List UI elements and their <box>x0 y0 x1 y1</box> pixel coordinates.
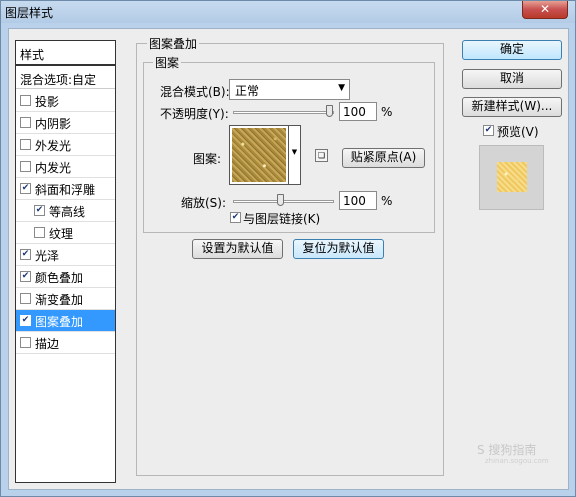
style-checkbox[interactable]: ✔ <box>20 271 31 282</box>
blend-mode-label: 混合模式(B): <box>160 85 230 99</box>
caret-down-icon: ▼ <box>291 148 298 156</box>
pattern-picker[interactable] <box>229 125 289 185</box>
snap-to-origin-button[interactable]: 贴紧原点(A) <box>342 148 425 168</box>
style-checkbox[interactable] <box>20 117 31 128</box>
scale-input[interactable]: 100 <box>339 191 377 210</box>
window-title: 图层样式 <box>5 6 54 20</box>
style-checkbox[interactable] <box>20 95 31 106</box>
style-item[interactable]: 内发光 <box>16 156 115 178</box>
reset-default-button[interactable]: 复位为默认值 <box>293 239 384 259</box>
style-item[interactable]: ✔ 光泽 <box>16 244 115 266</box>
style-item-label: 图案叠加 <box>35 315 84 329</box>
pattern-overlay-title: 图案叠加 <box>147 35 200 52</box>
style-item-label: 渐变叠加 <box>35 293 84 307</box>
opacity-unit: % <box>381 105 393 119</box>
opacity-slider-thumb[interactable] <box>326 105 333 117</box>
pattern-thumbnail <box>232 128 286 182</box>
style-item-label: 斜面和浮雕 <box>35 183 96 197</box>
opacity-slider[interactable] <box>233 111 334 114</box>
style-item-label: 外发光 <box>35 139 72 153</box>
dialog-content: 样式 混合选项:自定 投影内阴影外发光内发光 ✔ 斜面和浮雕 ✔ 等高线纹理 ✔ 光泽 ✔ 颜色… <box>8 28 569 490</box>
style-item[interactable]: 纹理 <box>16 222 115 244</box>
scale-unit: % <box>381 194 393 208</box>
pattern-subgroup-title: 图案 <box>153 54 182 71</box>
style-preview <box>479 145 544 210</box>
style-checkbox[interactable]: ✔ <box>20 249 31 260</box>
style-item-label: 内阴影 <box>35 117 72 131</box>
style-item-label: 描边 <box>35 337 60 351</box>
style-checkbox[interactable]: ✔ <box>20 183 31 194</box>
opacity-input[interactable]: 100 <box>339 102 377 121</box>
style-checkbox[interactable] <box>20 139 31 150</box>
style-item[interactable]: ✔ 等高线 <box>16 200 115 222</box>
style-checkbox[interactable] <box>34 227 45 238</box>
styles-header[interactable]: 样式 <box>16 41 115 66</box>
blend-options-item[interactable]: 混合选项:自定 <box>16 67 115 89</box>
styles-list: 样式 混合选项:自定 投影内阴影外发光内发光 ✔ 斜面和浮雕 ✔ 等高线纹理 ✔ 光泽 ✔ 颜色… <box>15 40 116 483</box>
style-item-label: 等高线 <box>49 205 86 219</box>
pattern-dropdown-arrow[interactable]: ▼ <box>289 125 301 185</box>
preview-checkbox[interactable]: ✔ <box>483 125 494 136</box>
style-checkbox[interactable] <box>20 293 31 304</box>
style-item-label: 颜色叠加 <box>35 271 84 285</box>
style-item-label: 光泽 <box>35 249 60 263</box>
style-item[interactable]: ✔ 斜面和浮雕 <box>16 178 115 200</box>
style-checkbox[interactable] <box>20 337 31 348</box>
cancel-button[interactable]: 取消 <box>462 69 562 89</box>
style-item[interactable]: ✔ 图案叠加 <box>16 310 115 332</box>
scale-label: 缩放(S): <box>181 196 227 210</box>
blend-mode-select[interactable]: 正常 ▼ <box>229 79 350 100</box>
new-style-button[interactable]: 新建样式(W)... <box>462 97 562 117</box>
link-with-layer-checkbox[interactable]: ✔ <box>230 212 241 223</box>
title-bar[interactable]: 图层样式 ✕ <box>1 1 575 23</box>
layer-style-dialog: 图层样式 ✕ 样式 混合选项:自定 投影内阴影外发光内发光 ✔ 斜面和浮雕 ✔ 等高线纹… <box>0 0 576 497</box>
style-item[interactable]: 渐变叠加 <box>16 288 115 310</box>
scale-slider-thumb[interactable] <box>277 194 284 206</box>
new-preset-icon[interactable]: ❏ <box>315 149 328 162</box>
style-item-label: 投影 <box>35 95 60 109</box>
style-item[interactable]: 外发光 <box>16 134 115 156</box>
style-checkbox[interactable]: ✔ <box>34 205 45 216</box>
blend-mode-value: 正常 <box>235 84 260 98</box>
style-item[interactable]: 投影 <box>16 90 115 112</box>
style-item[interactable]: 内阴影 <box>16 112 115 134</box>
watermark-url: zhinan.sogou.com <box>485 457 549 465</box>
style-item[interactable]: 描边 <box>16 332 115 354</box>
style-item-label: 内发光 <box>35 161 72 175</box>
close-button[interactable]: ✕ <box>522 1 568 19</box>
chevron-down-icon: ▼ <box>338 83 345 93</box>
opacity-label: 不透明度(Y): <box>160 107 229 121</box>
style-item-label: 纹理 <box>49 227 74 241</box>
preview-label[interactable]: 预览(V) <box>497 123 539 140</box>
link-with-layer-label[interactable]: 与图层链接(K) <box>243 210 320 227</box>
preview-swatch <box>497 162 527 192</box>
make-default-button[interactable]: 设置为默认值 <box>192 239 283 259</box>
style-checkbox[interactable]: ✔ <box>20 315 31 326</box>
watermark-logo: S 搜狗指南 <box>477 443 537 457</box>
style-checkbox[interactable] <box>20 161 31 172</box>
style-item[interactable]: ✔ 颜色叠加 <box>16 266 115 288</box>
ok-button[interactable]: 确定 <box>462 40 562 60</box>
pattern-label: 图案: <box>193 152 222 166</box>
